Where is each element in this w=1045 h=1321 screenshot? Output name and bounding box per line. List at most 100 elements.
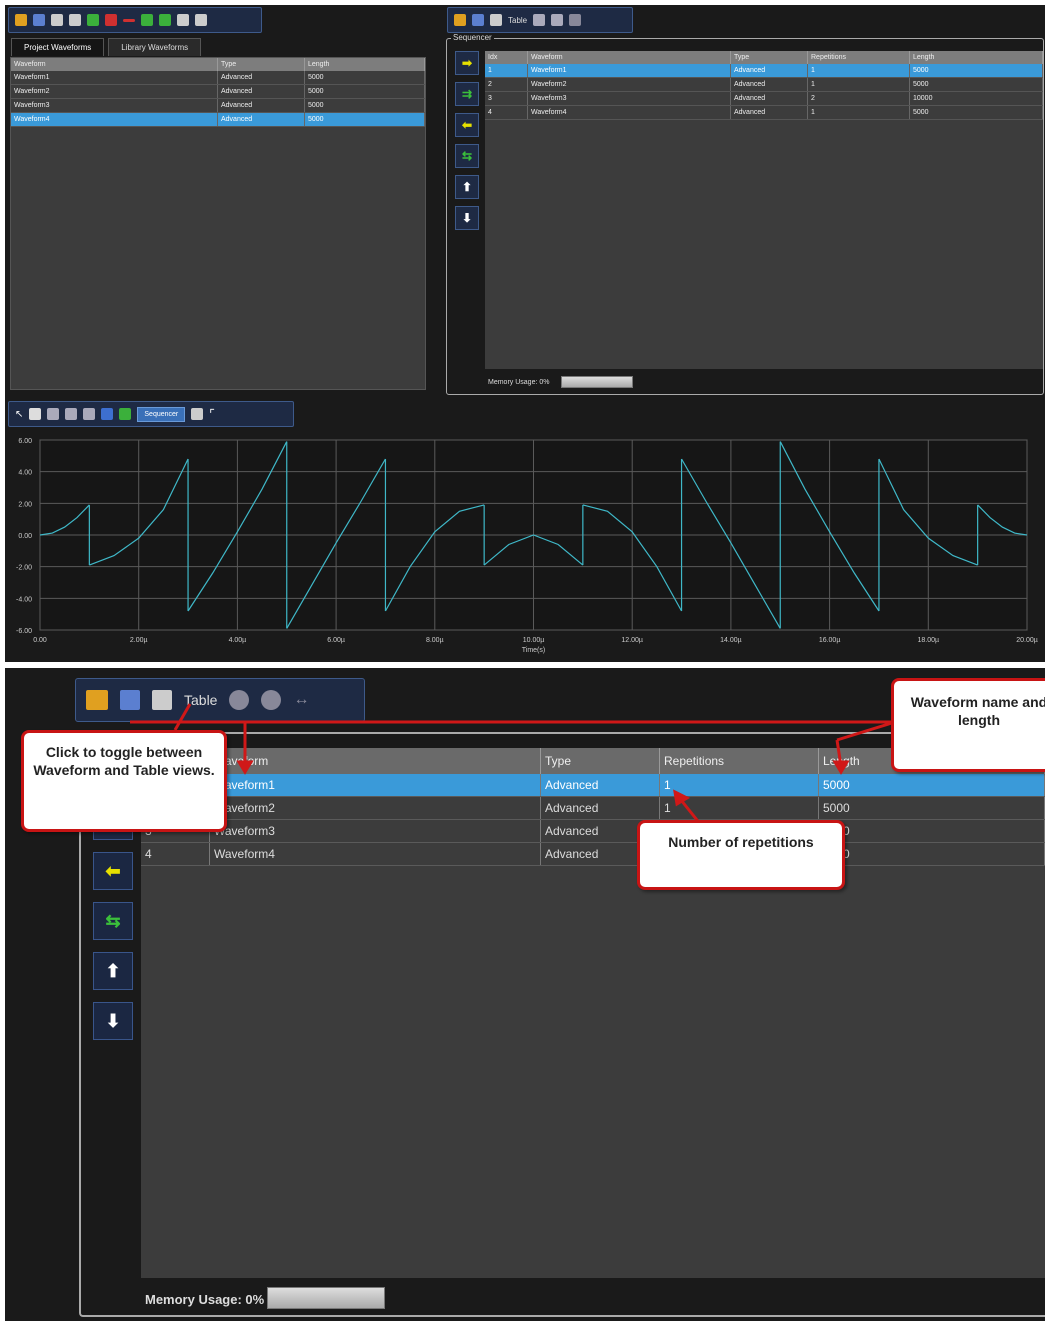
column-header[interactable]: Waveform: [11, 58, 218, 71]
top-screenshot: Project Waveforms Library Waveforms Wave…: [5, 5, 1045, 662]
edit-icon[interactable]: [177, 14, 189, 26]
bottom-screenshot: Table ↔ ➡ ⬅ ⇆ ⬆ ⬇ Waveform Type Repetiti…: [5, 668, 1045, 1321]
open-folder-icon[interactable]: [454, 14, 466, 26]
edit-icon[interactable]: [490, 14, 502, 26]
project-waveforms-table: Waveform Type Length Waveform1 Advanced 50…: [11, 58, 425, 127]
project-waveforms-panel: Waveform Type Length Waveform1 Advanced 50…: [10, 57, 426, 390]
cell: Advanced: [730, 77, 808, 92]
add-to-sequence-icon[interactable]: ➡: [455, 51, 479, 75]
zoom-in-icon[interactable]: [47, 408, 60, 420]
column-header[interactable]: Waveform: [527, 51, 731, 64]
table-row-selected[interactable]: Waveform4 Advanced 5000: [11, 112, 425, 127]
table-row[interactable]: Waveform1 Advanced 5000: [11, 71, 425, 85]
zoom-reset-icon[interactable]: [191, 408, 204, 420]
cell: Waveform1: [11, 71, 218, 85]
waveform-name-length-callout: Waveform name and length: [891, 678, 1045, 772]
zoom-in-icon[interactable]: [533, 14, 546, 26]
table-row[interactable]: Waveform3 Advanced 5000: [11, 98, 425, 113]
x-tick-label: 16.00µ: [819, 637, 841, 644]
save-icon[interactable]: [472, 14, 484, 26]
chart-icon[interactable]: [101, 408, 114, 420]
swap-icon[interactable]: ⇆: [455, 144, 479, 168]
cell: Advanced: [217, 112, 305, 127]
cell: Advanced: [217, 98, 305, 113]
cell: 1: [485, 64, 528, 78]
move-down-icon[interactable]: ⬇: [455, 206, 479, 230]
table-header: Idx Waveform Type Repetitions Length: [485, 51, 1043, 64]
cell: 1: [807, 77, 910, 92]
cell: Advanced: [730, 64, 808, 78]
zoom-out-icon[interactable]: [65, 408, 78, 420]
save-icon[interactable]: [33, 14, 45, 26]
waveform-toolbar: [8, 7, 262, 33]
cell: Advanced: [217, 71, 305, 85]
cell: Waveform3: [527, 91, 731, 106]
cell: Advanced: [217, 84, 305, 99]
column-header[interactable]: Length: [304, 58, 425, 71]
ramp-icon[interactable]: [159, 14, 171, 26]
cell: Waveform1: [527, 64, 731, 78]
sequencer-view-button[interactable]: Sequencer: [137, 406, 186, 422]
cell: 5000: [304, 84, 425, 99]
fit-width-icon[interactable]: [569, 14, 582, 26]
cell: 4: [485, 105, 528, 120]
table-row[interactable]: 2Waveform2Advanced15000: [485, 77, 1043, 92]
copy-icon[interactable]: [69, 14, 81, 26]
pan-icon[interactable]: [29, 408, 42, 420]
sine-icon[interactable]: [141, 14, 153, 26]
column-header[interactable]: Length: [909, 51, 1043, 64]
cell: Advanced: [730, 105, 808, 120]
column-header[interactable]: Repetitions: [807, 51, 910, 64]
sequencer-toolbar: Table: [447, 7, 633, 33]
sequencer-table-panel: Idx Waveform Type Repetitions Length 1 Wa…: [485, 51, 1043, 369]
open-folder-icon[interactable]: [15, 14, 27, 26]
length-arrowhead: [832, 760, 850, 775]
x-tick-label: 14.00µ: [720, 637, 742, 644]
cell: Waveform4: [11, 112, 218, 127]
add-waveform-icon[interactable]: [87, 14, 99, 26]
zoom-box-icon[interactable]: [83, 408, 96, 420]
pointer-icon[interactable]: ↖: [15, 409, 23, 420]
table-row[interactable]: 3 Waveform3 Advanced 2 10000: [485, 91, 1043, 106]
waveform-chart: 0.00 2.00µ 4.00µ 6.00µ 8.00µ 10.00µ 12.00µ 14.0…: [16, 438, 1038, 654]
cell: 1: [807, 64, 910, 78]
grid-icon[interactable]: [119, 408, 132, 420]
cell: 5000: [304, 71, 425, 85]
remove-from-sequence-icon[interactable]: ⬅: [455, 113, 479, 137]
delete-waveform-icon[interactable]: [105, 14, 117, 26]
y-tick-label: 6.00: [18, 438, 32, 445]
number-of-repetitions-callout: Number of repetitions: [637, 820, 845, 890]
x-tick-label: 4.00µ: [229, 637, 247, 644]
waveform-arrowhead: [236, 760, 254, 775]
cell: Advanced: [730, 91, 808, 106]
sequencer-group-label: Sequencer: [451, 33, 494, 42]
waveform-tabs: Project Waveforms Library Waveforms: [11, 38, 202, 56]
x-tick-label: 12.00µ: [621, 637, 643, 644]
tab-library-waveforms[interactable]: Library Waveforms: [108, 38, 202, 56]
x-tick-label: 18.00µ: [918, 637, 940, 644]
column-header[interactable]: Type: [217, 58, 305, 71]
table-row-selected[interactable]: 1Waveform1Advanced15000: [485, 64, 1043, 78]
y-tick-label: 4.00: [18, 470, 32, 477]
grid-icon[interactable]: [195, 14, 207, 26]
y-tick-label: -2.00: [16, 565, 32, 572]
zoom-out-icon[interactable]: [551, 14, 564, 26]
sequencer-table: Idx Waveform Type Repetitions Length 1 Wa…: [485, 51, 1043, 120]
x-tick-label: 2.00µ: [130, 637, 148, 644]
table-row[interactable]: Waveform2 Advanced 5000: [11, 84, 425, 99]
column-header[interactable]: Type: [730, 51, 808, 64]
x-tick-label: 8.00µ: [426, 637, 444, 644]
new-icon[interactable]: [51, 14, 63, 26]
corner-icon[interactable]: ⌜: [209, 407, 215, 421]
y-tick-label: 0.00: [18, 533, 32, 540]
tab-project-waveforms[interactable]: Project Waveforms: [11, 38, 105, 56]
line-icon[interactable]: [123, 18, 135, 22]
column-header[interactable]: Idx: [485, 51, 528, 64]
table-header: Waveform Type Length: [11, 58, 425, 71]
insert-icon[interactable]: ⇉: [455, 82, 479, 106]
table-row[interactable]: 4Waveform4Advanced15000: [485, 105, 1043, 120]
table-toggle-button[interactable]: Table: [508, 16, 527, 25]
y-tick-label: -4.00: [16, 596, 32, 603]
move-up-icon[interactable]: ⬆: [455, 175, 479, 199]
x-tick-label: 0.00: [33, 637, 47, 644]
